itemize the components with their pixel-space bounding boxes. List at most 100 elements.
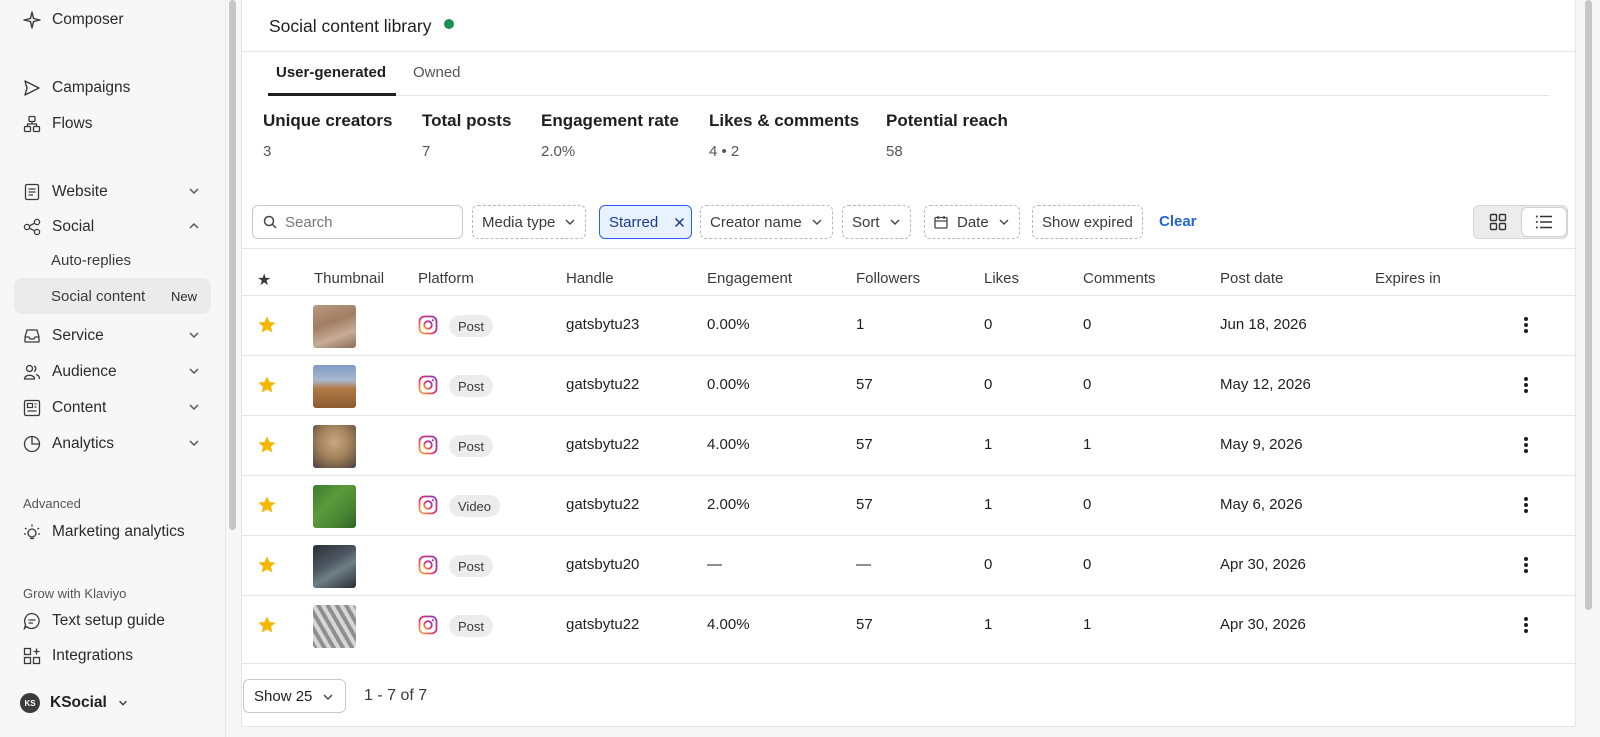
section-grow-label: Grow with Klaviyo <box>23 586 127 601</box>
share-icon <box>22 217 42 237</box>
header-engagement: Engagement <box>707 270 793 287</box>
nav-social[interactable]: Social <box>14 209 211 245</box>
nav-content[interactable]: Content <box>14 390 211 426</box>
nav-campaigns[interactable]: Campaigns <box>14 70 211 106</box>
table-row[interactable]: Post gatsbytu22 0.00% 57 0 0 May 12, 202… <box>242 355 1575 415</box>
content-icon <box>22 398 42 418</box>
send-icon <box>22 78 42 98</box>
close-icon[interactable] <box>674 217 685 228</box>
star-icon[interactable] <box>257 555 277 575</box>
show-expired-filter[interactable]: Show expired <box>1032 205 1143 239</box>
table-row[interactable]: Post gatsbytu23 0.00% 1 0 0 Jun 18, 2026 <box>242 295 1575 355</box>
clear-filters-link[interactable]: Clear <box>1159 213 1197 230</box>
nav-auto-replies[interactable]: Auto-replies <box>14 242 211 278</box>
nav-label: Flows <box>52 115 93 132</box>
chevron-down-icon <box>890 219 900 225</box>
followers-cell: 57 <box>856 436 873 453</box>
tab-owned[interactable]: Owned <box>413 64 461 81</box>
search-input[interactable] <box>285 213 445 231</box>
flows-icon <box>22 114 42 134</box>
nav-audience[interactable]: Audience <box>14 354 211 390</box>
post-thumbnail[interactable] <box>313 305 356 348</box>
nav-composer[interactable]: Composer <box>14 2 211 38</box>
nav-label: Composer <box>52 11 124 28</box>
more-options-icon[interactable] <box>1519 314 1533 336</box>
followers-cell: 57 <box>856 496 873 513</box>
nav-service[interactable]: Service <box>14 318 211 354</box>
more-options-icon[interactable] <box>1519 434 1533 456</box>
nav-website[interactable]: Website <box>14 174 211 210</box>
creator-name-filter[interactable]: Creator name <box>700 205 833 239</box>
more-options-icon[interactable] <box>1519 374 1533 396</box>
media-type-filter[interactable]: Media type <box>472 205 587 239</box>
nav-social-content[interactable]: Social content New <box>14 278 211 314</box>
more-options-icon[interactable] <box>1519 494 1533 516</box>
instagram-icon <box>418 615 438 635</box>
users-icon <box>22 362 42 382</box>
page-size-value: Show 25 <box>254 687 313 705</box>
likes-cell: 0 <box>984 556 993 573</box>
instagram-icon <box>418 555 438 575</box>
sort-filter[interactable]: Sort <box>842 205 911 239</box>
star-icon[interactable] <box>257 375 277 395</box>
handle-cell: gatsbytu22 <box>566 616 640 633</box>
post-thumbnail[interactable] <box>313 485 356 528</box>
account-menu[interactable]: KS KSocial <box>20 693 129 713</box>
media-type-badge: Post <box>449 375 494 397</box>
header-comments: Comments <box>1083 270 1156 287</box>
star-icon[interactable] <box>257 615 277 635</box>
date-filter[interactable]: Date <box>924 205 1020 239</box>
grid-view-button[interactable] <box>1476 208 1520 236</box>
nav-label: Analytics <box>52 435 115 452</box>
post-thumbnail[interactable] <box>313 425 356 468</box>
handle-cell: gatsbytu20 <box>566 556 640 573</box>
sidebar-scrollbar[interactable] <box>229 0 236 530</box>
nav-label: Auto-replies <box>51 251 132 269</box>
stat-total-posts: Total posts 7 <box>422 111 511 160</box>
media-type-badge: Post <box>449 615 494 637</box>
stat-value: 7 <box>422 143 431 160</box>
chevron-down-icon <box>189 332 199 339</box>
nav-label: Audience <box>52 363 117 380</box>
chevron-down-icon <box>118 700 127 706</box>
filter-label: Starred <box>609 213 659 231</box>
more-options-icon[interactable] <box>1519 554 1533 576</box>
search-icon <box>263 215 277 229</box>
tab-underline <box>268 93 396 96</box>
engagement-cell: 0.00% <box>707 316 750 333</box>
page-title-text: Social content library <box>269 16 432 36</box>
star-icon[interactable] <box>257 495 277 515</box>
nav-text-setup-guide[interactable]: Text setup guide <box>14 603 211 639</box>
followers-cell: 57 <box>856 616 873 633</box>
table-row[interactable]: Post gatsbytu20 — — 0 0 Apr 30, 2026 <box>242 535 1575 595</box>
table-row[interactable]: Video gatsbytu22 2.00% 57 1 0 May 6, 202… <box>242 475 1575 535</box>
media-type-badge: Post <box>449 435 494 457</box>
post-thumbnail[interactable] <box>313 545 356 588</box>
chevron-down-icon <box>565 219 575 225</box>
tab-user-generated[interactable]: User-generated <box>276 64 386 81</box>
media-type-badge: Post <box>449 555 494 577</box>
nav-integrations[interactable]: Integrations <box>14 638 211 674</box>
handle-cell: gatsbytu22 <box>566 376 640 393</box>
list-view-button[interactable] <box>1522 208 1566 236</box>
star-icon[interactable] <box>257 315 277 335</box>
page-size-select[interactable]: Show 25 <box>243 679 346 713</box>
followers-cell: — <box>856 556 871 573</box>
more-options-icon[interactable] <box>1519 614 1533 636</box>
nav-flows[interactable]: Flows <box>14 106 211 142</box>
table-row[interactable]: Post gatsbytu22 4.00% 57 1 1 May 9, 2026 <box>242 415 1575 475</box>
nav-analytics[interactable]: Analytics <box>14 426 211 462</box>
header-platform: Platform <box>418 270 474 287</box>
nav-label: Text setup guide <box>52 612 165 629</box>
header-star[interactable]: ★ <box>257 270 271 290</box>
stat-engagement-rate: Engagement rate 2.0% <box>541 111 679 160</box>
grid-icon <box>1489 213 1507 231</box>
starred-filter[interactable]: Starred <box>599 205 693 239</box>
nav-label: Integrations <box>52 647 133 664</box>
nav-marketing-analytics[interactable]: Marketing analytics <box>14 514 211 550</box>
post-thumbnail[interactable] <box>313 605 356 648</box>
star-icon[interactable] <box>257 435 277 455</box>
main-scrollbar[interactable] <box>1585 0 1592 610</box>
table-row[interactable]: Post gatsbytu22 4.00% 57 1 1 Apr 30, 202… <box>242 595 1575 655</box>
post-thumbnail[interactable] <box>313 365 356 408</box>
